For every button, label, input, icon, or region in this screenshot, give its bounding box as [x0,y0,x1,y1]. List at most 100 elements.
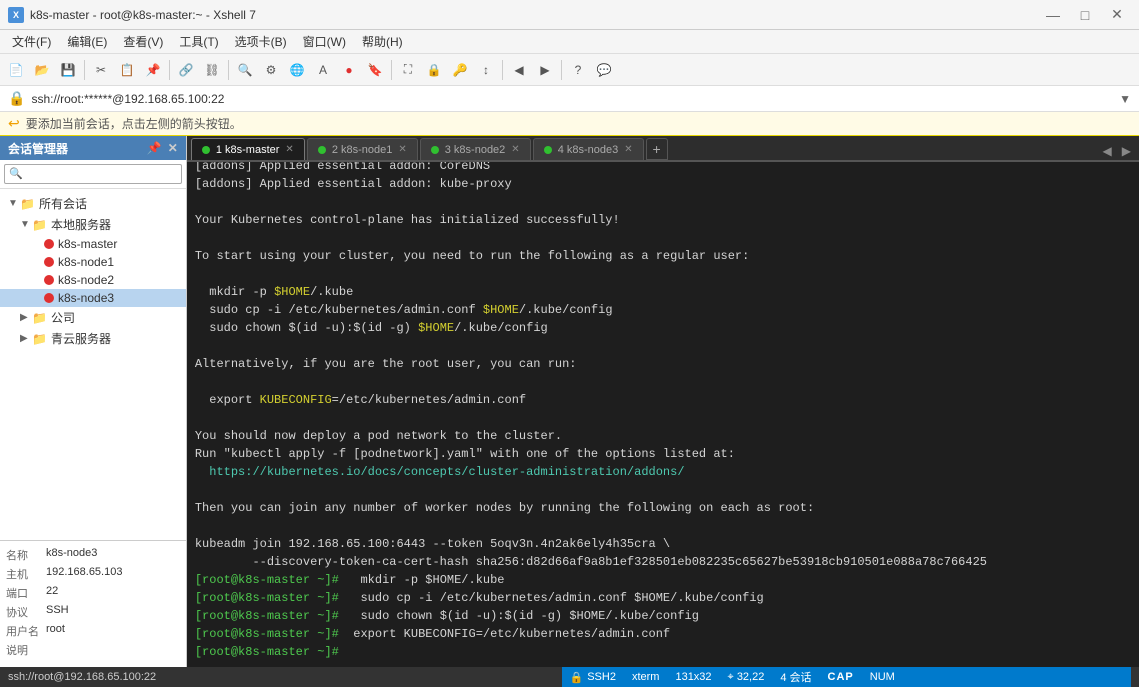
sidebar-pin-icon[interactable]: 📌 [147,141,162,155]
tb-font[interactable]: A [311,58,335,82]
menu-help[interactable]: 帮助(H) [354,30,411,53]
folder-icon-company: 📁 [32,311,47,325]
menu-view[interactable]: 查看(V) [115,30,171,53]
menu-bar: 文件(F) 编辑(E) 查看(V) 工具(T) 选项卡(B) 窗口(W) 帮助(… [0,30,1139,54]
tree-item-k8s-node2[interactable]: k8s-node2 [0,271,186,289]
tab-k8s-master[interactable]: 1 k8s-master ✕ [191,138,305,160]
sidebar-search [0,160,186,189]
main-area: 会话管理器 📌 ✕ ▼ 📁 所有会话 ▼ 📁 本地服务器 [0,136,1139,667]
tb-search[interactable]: 🔍 [233,58,257,82]
props-value-protocol: SSH [46,604,69,620]
tabs-arrows: ◀ ▶ [1099,142,1135,160]
tree-item-company[interactable]: ▶ 📁 公司 [0,307,186,328]
props-value-host: 192.168.65.103 [46,566,122,582]
tb-disconnect[interactable]: ⛓ [200,58,224,82]
sidebar: 会话管理器 📌 ✕ ▼ 📁 所有会话 ▼ 📁 本地服务器 [0,136,187,667]
tree-item-k8s-node3[interactable]: k8s-node3 [0,289,186,307]
tb-globe[interactable]: 🌐 [285,58,309,82]
tab-k8s-node3[interactable]: 4 k8s-node3 ✕ [533,138,644,160]
tree-arrow-all: ▼ [8,198,18,209]
tb-connect[interactable]: 🔗 [174,58,198,82]
tb-lock[interactable]: 🔒 [422,58,446,82]
cursor-icon: ⌖ [728,671,734,683]
tree-item-k8s-node1[interactable]: k8s-node1 [0,253,186,271]
tree-item-qingyun[interactable]: ▶ 📁 青云服务器 [0,328,186,349]
tb-help[interactable]: ? [566,58,590,82]
tree-arrow-local: ▼ [20,219,30,230]
window-controls: — □ ✕ [1039,4,1131,26]
tree-item-local[interactable]: ▼ 📁 本地服务器 [0,214,186,235]
menu-window[interactable]: 窗口(W) [295,30,354,53]
tabs-scroll-left-icon[interactable]: ◀ [1099,142,1116,160]
folder-icon-local: 📁 [32,218,47,232]
tb-transfer[interactable]: ↕ [474,58,498,82]
props-label-name: 名称 [6,547,46,563]
footer-address: ssh://root@192.168.65.100:22 [8,671,562,683]
maximize-button[interactable]: □ [1071,4,1099,26]
sidebar-header-icons: 📌 ✕ [147,141,178,155]
tab-k8s-node1[interactable]: 2 k8s-node1 ✕ [307,138,418,160]
close-button[interactable]: ✕ [1103,4,1131,26]
tb-color[interactable]: ● [337,58,361,82]
tab-label-k8s-node2: 3 k8s-node2 [445,144,506,156]
address-expand-icon[interactable]: ▼ [1119,92,1131,106]
status-num: NUM [870,671,895,683]
menu-tabs[interactable]: 选项卡(B) [227,30,295,53]
tab-close-k8s-node2[interactable]: ✕ [511,144,519,155]
tab-close-k8s-master[interactable]: ✕ [285,144,293,155]
tb-arrow-left[interactable]: ◀ [507,58,531,82]
tab-dot-k8s-node2 [431,146,439,154]
title-bar: X k8s-master - root@k8s-master:~ - Xshel… [0,0,1139,30]
tb-key[interactable]: 🔑 [448,58,472,82]
minimize-button[interactable]: — [1039,4,1067,26]
tab-close-k8s-node1[interactable]: ✕ [398,144,406,155]
tree-item-k8s-master[interactable]: k8s-master [0,235,186,253]
tb-settings[interactable]: ⚙ [259,58,283,82]
terminal-area: 1 k8s-master ✕ 2 k8s-node1 ✕ 3 k8s-node2… [187,136,1139,667]
tb-cut[interactable]: ✂ [89,58,113,82]
search-input[interactable] [4,164,182,184]
tb-copy[interactable]: 📋 [115,58,139,82]
status-encoding: xterm [632,671,660,683]
app-icon: X [8,7,24,23]
tab-k8s-node2[interactable]: 3 k8s-node2 ✕ [420,138,531,160]
status-sessions: 4 会话 [780,669,811,685]
tree-label-company: 公司 [51,309,75,326]
status-dot-k8s-node1 [44,257,54,267]
status-ssh: 🔒 SSH2 [570,671,616,684]
tb-open[interactable]: 📂 [30,58,54,82]
tree-item-all[interactable]: ▼ 📁 所有会话 [0,193,186,214]
status-dimensions: 131x32 [675,671,711,683]
tb-arrow-right[interactable]: ▶ [533,58,557,82]
props-label-port: 端口 [6,585,46,601]
status-bar: 🔒 SSH2 xterm 131x32 ⌖ 32,22 4 会话 CAP NUM [562,667,1132,687]
add-tab-button[interactable]: + [646,138,668,160]
address-bar: 🔒 ssh://root:******@192.168.65.100:22 ▼ [0,86,1139,112]
tb-save[interactable]: 💾 [56,58,80,82]
tb-bookmark[interactable]: 🔖 [363,58,387,82]
tab-dot-k8s-node3 [544,146,552,154]
menu-tools[interactable]: 工具(T) [171,30,226,53]
tb-paste[interactable]: 📌 [141,58,165,82]
props-label-host: 主机 [6,566,46,582]
menu-edit[interactable]: 编辑(E) [59,30,115,53]
tabs-scroll-right-icon[interactable]: ▶ [1118,142,1135,160]
tb-new[interactable]: 📄 [4,58,28,82]
address-text: ssh://root:******@192.168.65.100:22 [31,92,1113,106]
tab-dot-k8s-master [202,146,210,154]
menu-file[interactable]: 文件(F) [4,30,59,53]
tab-dot-k8s-node1 [318,146,326,154]
hint-bar: ↩ 要添加当前会话，点击左侧的箭头按钮。 [0,112,1139,136]
tb-chat[interactable]: 💬 [592,58,616,82]
tb-fullscreen[interactable]: ⛶ [396,58,420,82]
tree-label-k8s-node2: k8s-node2 [58,273,114,287]
hint-text: 要添加当前会话，点击左侧的箭头按钮。 [26,115,242,132]
sidebar-close-icon[interactable]: ✕ [168,141,178,155]
tab-label-k8s-node1: 2 k8s-node1 [332,144,393,156]
properties-panel: 名称 k8s-node3 主机 192.168.65.103 端口 22 协议 … [0,540,186,667]
tree-arrow-qingyun: ▶ [20,333,30,344]
tab-close-k8s-node3[interactable]: ✕ [624,144,632,155]
terminal-content[interactable]: [bootstrap-token] configured RBAC rules … [187,162,1139,667]
sidebar-tree: ▼ 📁 所有会话 ▼ 📁 本地服务器 k8s-master k8s-node1 [0,189,186,540]
props-label-protocol: 协议 [6,604,46,620]
